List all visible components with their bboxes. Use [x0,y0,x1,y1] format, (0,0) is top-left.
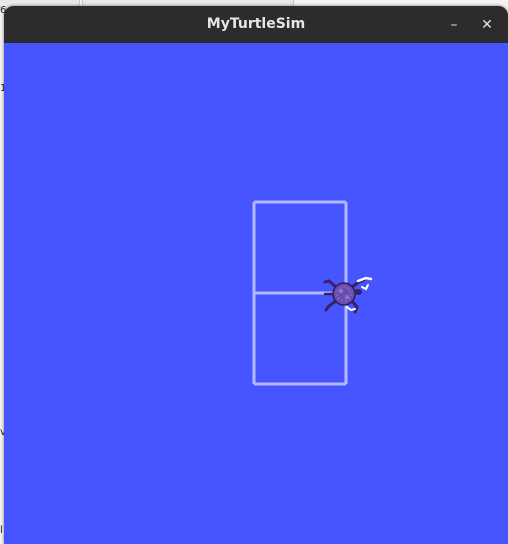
background-text-fragment: l [0,525,3,536]
minimize-button[interactable]: – [442,13,466,37]
minimize-icon: – [450,17,458,33]
close-button[interactable]: ✕ [475,13,499,37]
turtle-canvas [4,43,508,544]
turtlesim-window: MyTurtleSim – ✕ [4,6,508,544]
close-icon: ✕ [481,17,493,33]
window-title: MyTurtleSim [206,16,306,32]
window-titlebar[interactable]: MyTurtleSim – ✕ [4,6,508,43]
turtle-canvas-svg [4,43,508,544]
